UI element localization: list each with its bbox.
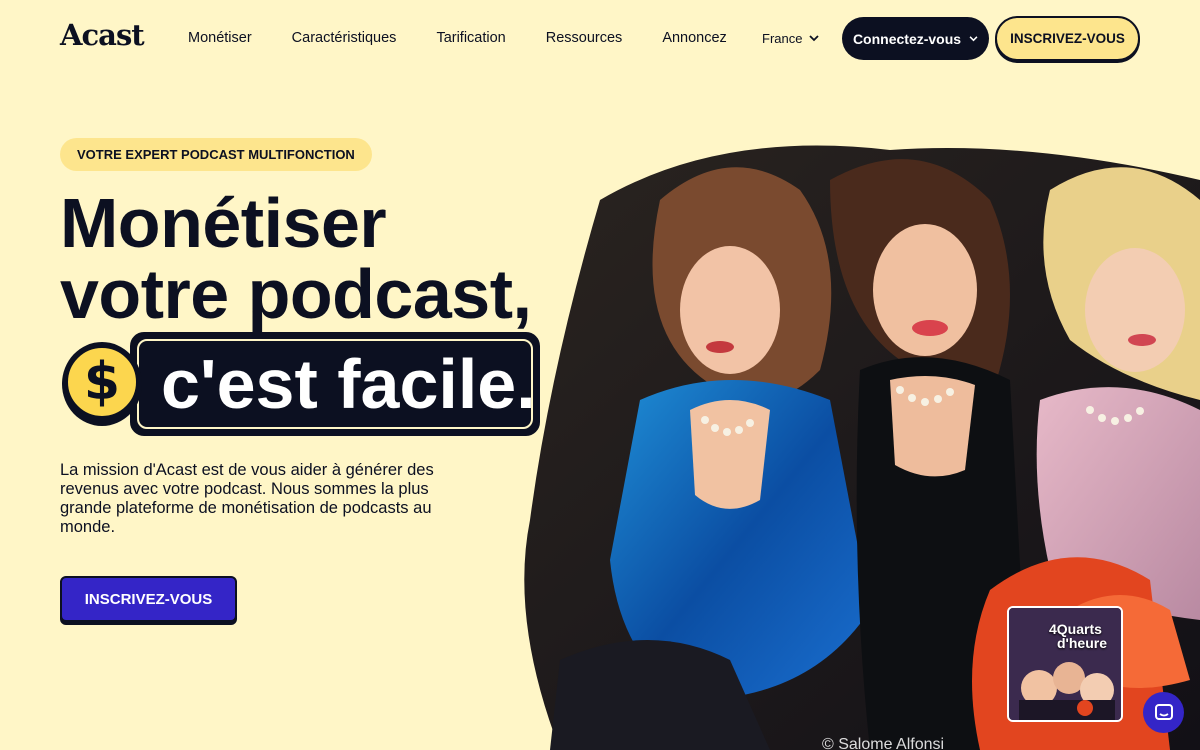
coin-symbol: $ xyxy=(66,346,138,418)
hero-headline-highlight: c'est facile. xyxy=(130,332,540,436)
country-label: France xyxy=(762,31,803,46)
podcast-cover-title-line2: d'heure xyxy=(1057,635,1108,651)
signup-button-hero[interactable]: INSCRIVEZ-VOUS xyxy=(60,576,237,622)
nav-link-ressources[interactable]: Ressources xyxy=(546,30,623,46)
hero-headline-line3-text: c'est facile. xyxy=(161,345,536,423)
chat-icon xyxy=(1154,703,1173,720)
chat-button[interactable] xyxy=(1143,692,1184,733)
acast-logo[interactable]: Acast xyxy=(60,18,145,52)
podcast-cover-title: 4Quarts d'heure xyxy=(1049,622,1107,650)
chevron-down-icon xyxy=(969,35,978,41)
hero-headline-line2: votre podcast, xyxy=(60,255,532,333)
podcast-cover-card[interactable]: 4Quarts d'heure xyxy=(1007,606,1123,722)
signup-button-header[interactable]: INSCRIVEZ-VOUS xyxy=(995,16,1140,61)
login-button[interactable]: Connectez-vous xyxy=(842,17,989,60)
podcast-cover-title-line1: 4Quarts xyxy=(1049,621,1102,637)
nav-link-monetiser[interactable]: Monétiser xyxy=(188,30,252,46)
hero-tagline-badge: VOTRE EXPERT PODCAST MULTIFONCTION xyxy=(60,138,372,171)
login-label: Connectez-vous xyxy=(852,30,962,47)
top-navigation: Acast Monétiser Caractéristiques Tarific… xyxy=(0,0,1200,78)
hero-description: La mission d'Acast est de vous aider à g… xyxy=(60,461,434,536)
nav-link-caracteristiques[interactable]: Caractéristiques xyxy=(292,30,397,46)
hero-headline-line3: c'est facile. xyxy=(137,339,536,429)
dollar-coin-icon: $ xyxy=(62,342,142,426)
main-menu: Monétiser Caractéristiques Tarification … xyxy=(188,30,727,46)
nav-link-tarification[interactable]: Tarification xyxy=(436,30,505,46)
chevron-down-icon xyxy=(809,35,820,42)
photo-credit: © Salome Alfonsi xyxy=(822,736,945,750)
country-selector[interactable]: France xyxy=(762,31,820,46)
nav-link-annoncez[interactable]: Annoncez xyxy=(662,30,727,46)
hero-headline-line1: Monétiser xyxy=(60,184,387,262)
